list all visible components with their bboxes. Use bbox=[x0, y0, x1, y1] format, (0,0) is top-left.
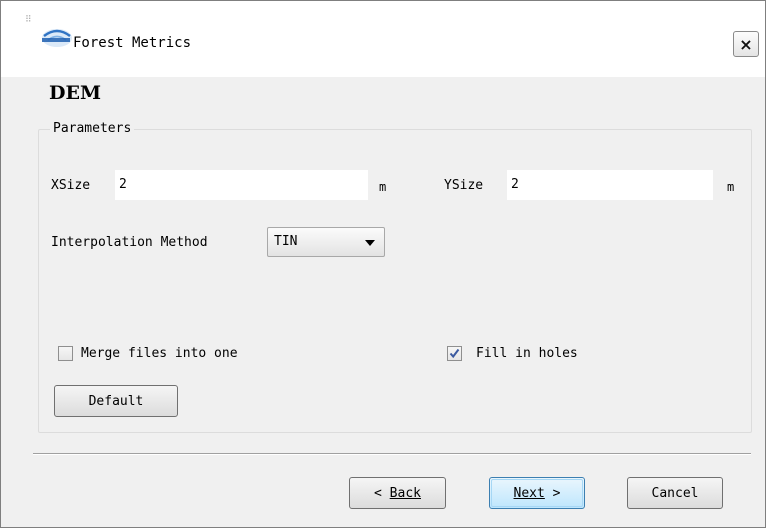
next-suffix: > bbox=[544, 485, 561, 501]
xsize-input[interactable]: 2 bbox=[115, 170, 368, 200]
checkmark-icon bbox=[449, 348, 460, 359]
merge-files-label[interactable]: Merge files into one bbox=[81, 346, 238, 361]
window-title: Forest Metrics bbox=[73, 35, 192, 51]
default-button[interactable]: Default bbox=[54, 385, 178, 417]
interpolation-method-label: Interpolation Method bbox=[51, 235, 208, 250]
cancel-button-label: Cancel bbox=[651, 485, 699, 501]
next-button-label: Next bbox=[513, 485, 545, 501]
interpolation-method-select[interactable]: TIN bbox=[267, 227, 385, 257]
footer-separator bbox=[33, 453, 751, 455]
xsize-label: XSize bbox=[51, 178, 91, 193]
close-icon: × bbox=[739, 34, 753, 54]
close-button[interactable]: × bbox=[733, 31, 759, 57]
cancel-button[interactable]: Cancel bbox=[627, 477, 723, 509]
ysize-input[interactable]: 2 bbox=[507, 170, 713, 200]
xsize-unit: m bbox=[379, 180, 387, 194]
dialog-window: ⠿ Forest Metrics × DEM Parameters XSize … bbox=[0, 0, 766, 528]
fill-holes-checkbox[interactable] bbox=[447, 346, 462, 361]
default-button-label: Default bbox=[88, 393, 144, 409]
back-button[interactable]: < Back bbox=[349, 477, 446, 509]
back-button-label: Back bbox=[389, 485, 421, 501]
next-button[interactable]: Next > bbox=[489, 477, 585, 509]
fill-holes-label[interactable]: Fill in holes bbox=[476, 346, 578, 361]
ysize-label: YSize bbox=[444, 178, 484, 193]
title-bar[interactable]: ⠿ Forest Metrics × bbox=[1, 1, 765, 77]
merge-files-checkbox[interactable] bbox=[58, 346, 73, 361]
interpolation-method-value: TIN bbox=[274, 234, 298, 249]
grip-icon: ⠿ bbox=[25, 15, 32, 25]
back-prefix: < bbox=[374, 485, 390, 501]
parameters-group-label: Parameters bbox=[50, 121, 135, 136]
ysize-unit: m bbox=[727, 180, 735, 194]
page-title: DEM bbox=[49, 82, 101, 104]
chevron-down-icon bbox=[365, 240, 375, 246]
